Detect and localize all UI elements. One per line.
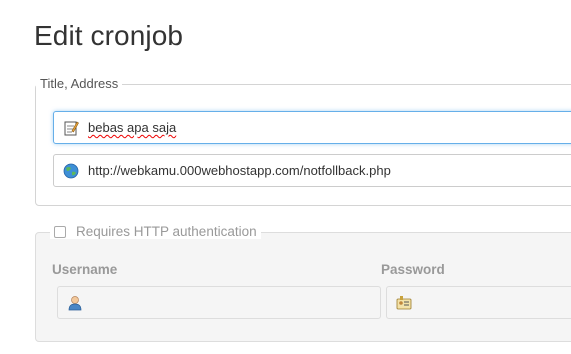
- url-input[interactable]: http://webkamu.000webhostapp.com/notfoll…: [53, 154, 571, 187]
- id-card-icon: [396, 295, 412, 311]
- title-address-legend: Title, Address: [36, 76, 123, 91]
- auth-checkbox[interactable]: [54, 225, 66, 238]
- password-input[interactable]: [386, 286, 571, 319]
- page-title: Edit cronjob: [34, 20, 184, 51]
- user-icon: [67, 295, 83, 311]
- auth-toggle[interactable]: Requires HTTP authentication: [50, 224, 261, 239]
- url-input-value: http://webkamu.000webhostapp.com/notfoll…: [88, 163, 391, 178]
- globe-icon: [63, 163, 79, 179]
- title-input[interactable]: bebas apa saja: [53, 111, 571, 144]
- title-input-value: bebas apa saja: [88, 120, 177, 135]
- password-label: Password: [381, 262, 445, 277]
- username-input[interactable]: [57, 286, 381, 319]
- auth-legend-label: Requires HTTP authentication: [76, 224, 257, 239]
- title-address-group: [35, 84, 571, 206]
- username-label: Username: [52, 262, 118, 277]
- notepad-icon: [63, 120, 79, 136]
